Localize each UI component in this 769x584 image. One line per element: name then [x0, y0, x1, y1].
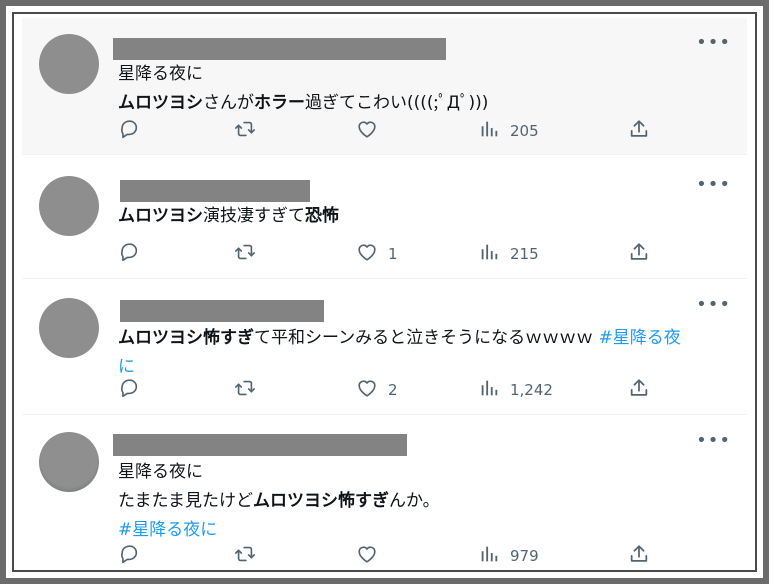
- views-button[interactable]: 979: [478, 544, 539, 568]
- reply-button[interactable]: [118, 242, 140, 266]
- like-icon: [356, 241, 378, 267]
- action-bar: 205: [118, 119, 658, 143]
- like-button[interactable]: 2: [356, 378, 398, 402]
- retweet-button[interactable]: [234, 119, 256, 143]
- share-button[interactable]: [628, 378, 650, 402]
- bold-text: ムロツヨシ: [118, 93, 203, 113]
- tweet-text-line: ムロツヨシさんがホラー過ぎてこわい((((;ﾟДﾟ))): [118, 89, 727, 118]
- tweet[interactable]: ••• ムロツヨシ怖すぎて平和シーンみると泣きそうになるｗｗｗｗ #星降る夜に …: [22, 280, 747, 415]
- tweet[interactable]: ••• 星降る夜にムロツヨシさんがホラー過ぎてこわい((((;ﾟДﾟ))) 20…: [22, 18, 747, 155]
- views-count: 215: [510, 245, 539, 263]
- bold-text: ホラー: [254, 93, 305, 113]
- text-segment: 演技凄すぎて: [203, 206, 305, 226]
- text-segment: たまたま見たけど: [118, 491, 253, 511]
- retweet-button[interactable]: [234, 242, 256, 266]
- tweet-text: 星降る夜にムロツヨシさんがホラー過ぎてこわい((((;ﾟДﾟ))): [118, 60, 727, 118]
- views-button[interactable]: 205: [478, 119, 539, 143]
- views-icon: [478, 241, 500, 267]
- tweet-text: 星降る夜にたまたま見たけどムロツヨシ怖すぎんか。 #星降る夜に: [118, 458, 727, 545]
- more-icon[interactable]: •••: [696, 294, 731, 315]
- tweet[interactable]: ••• 星降る夜にたまたま見たけどムロツヨシ怖すぎんか。 #星降る夜に 979: [22, 416, 747, 580]
- like-icon: [356, 543, 378, 569]
- like-count: 2: [388, 381, 398, 399]
- views-icon: [478, 118, 500, 144]
- tweet-text: ムロツヨシ演技凄すぎて恐怖: [118, 202, 727, 231]
- reply-button[interactable]: [118, 544, 140, 568]
- tweet-text-line: 星降る夜に: [118, 458, 727, 487]
- share-icon: [628, 118, 650, 144]
- tweet-text-line: ムロツヨシ怖すぎて平和シーンみると泣きそうになるｗｗｗｗ #星降る夜: [118, 324, 727, 353]
- tweet-text-line: 星降る夜に: [118, 60, 727, 89]
- bold-text: ムロツヨシ: [118, 206, 203, 226]
- reply-icon: [118, 543, 140, 569]
- reply-icon: [118, 241, 140, 267]
- views-button[interactable]: 1,242: [478, 378, 553, 402]
- redacted-username: [120, 300, 324, 322]
- bold-text: ムロツヨシ怖すぎ: [252, 491, 389, 511]
- share-button[interactable]: [628, 119, 650, 143]
- views-count: 205: [510, 122, 539, 140]
- retweet-icon: [234, 543, 256, 569]
- share-icon: [628, 377, 650, 403]
- views-button[interactable]: 215: [478, 242, 539, 266]
- share-icon: [628, 241, 650, 267]
- views-count: 1,242: [510, 381, 553, 399]
- retweet-icon: [234, 241, 256, 267]
- avatar[interactable]: [39, 176, 99, 236]
- redacted-username: [113, 434, 407, 456]
- reply-button[interactable]: [118, 378, 140, 402]
- action-bar: 1 215: [118, 242, 658, 266]
- more-icon[interactable]: •••: [696, 430, 731, 451]
- tweet-text-line: たまたま見たけどムロツヨシ怖すぎんか。: [118, 487, 727, 516]
- hashtag-link[interactable]: #星降る夜: [599, 328, 681, 348]
- timeline: ••• 星降る夜に ムロツヨシさんがホラー過ぎてこわい((((;ﾟДﾟ))) 20…: [12, 12, 757, 572]
- share-icon: [628, 543, 650, 569]
- views-icon: [478, 377, 500, 403]
- text-segment: て平和シーンみると泣きそうになるｗｗｗｗ: [254, 328, 599, 348]
- redacted-username: [113, 38, 446, 60]
- bold-text: 恐怖: [305, 206, 339, 226]
- like-button[interactable]: [356, 119, 378, 143]
- avatar[interactable]: [39, 298, 99, 358]
- avatar[interactable]: [39, 34, 99, 94]
- screenshot-frame: ••• 星降る夜に ムロツヨシさんがホラー過ぎてこわい((((;ﾟДﾟ))) 20…: [0, 0, 769, 584]
- like-icon: [356, 118, 378, 144]
- hashtag-link[interactable]: に: [118, 357, 135, 377]
- retweet-icon: [234, 118, 256, 144]
- share-button[interactable]: [628, 544, 650, 568]
- tweet-text: ムロツヨシ怖すぎて平和シーンみると泣きそうになるｗｗｗｗ #星降る夜に: [118, 324, 727, 382]
- views-icon: [478, 543, 500, 569]
- redacted-username: [120, 180, 310, 202]
- retweet-icon: [234, 377, 256, 403]
- more-icon[interactable]: •••: [696, 32, 731, 53]
- text-segment: 過ぎてこわい((((;ﾟДﾟ))): [305, 93, 489, 113]
- text-segment: 星降る夜に: [118, 64, 203, 84]
- action-bar: 979: [118, 544, 658, 568]
- retweet-button[interactable]: [234, 378, 256, 402]
- text-segment: さんが: [203, 93, 254, 113]
- retweet-button[interactable]: [234, 544, 256, 568]
- tweet-text-line: #星降る夜に: [118, 516, 727, 545]
- like-button[interactable]: 1: [356, 242, 398, 266]
- share-button[interactable]: [628, 242, 650, 266]
- reply-button[interactable]: [118, 119, 140, 143]
- reply-icon: [118, 377, 140, 403]
- tweet[interactable]: ••• ムロツヨシ演技凄すぎて恐怖 1 215: [22, 160, 747, 279]
- avatar[interactable]: [39, 432, 99, 492]
- text-segment: 星降る夜に: [118, 462, 203, 482]
- hashtag-link[interactable]: #星降る夜に: [118, 520, 217, 540]
- more-icon[interactable]: •••: [696, 174, 731, 195]
- text-segment: んか。: [388, 491, 440, 511]
- bold-text: ムロツヨシ怖すぎ: [118, 328, 254, 348]
- like-button[interactable]: [356, 544, 378, 568]
- action-bar: 2 1,242: [118, 378, 658, 402]
- views-count: 979: [510, 547, 539, 565]
- like-count: 1: [388, 245, 398, 263]
- tweet-text-line: ムロツヨシ演技凄すぎて恐怖: [118, 202, 727, 231]
- reply-icon: [118, 118, 140, 144]
- like-icon: [356, 377, 378, 403]
